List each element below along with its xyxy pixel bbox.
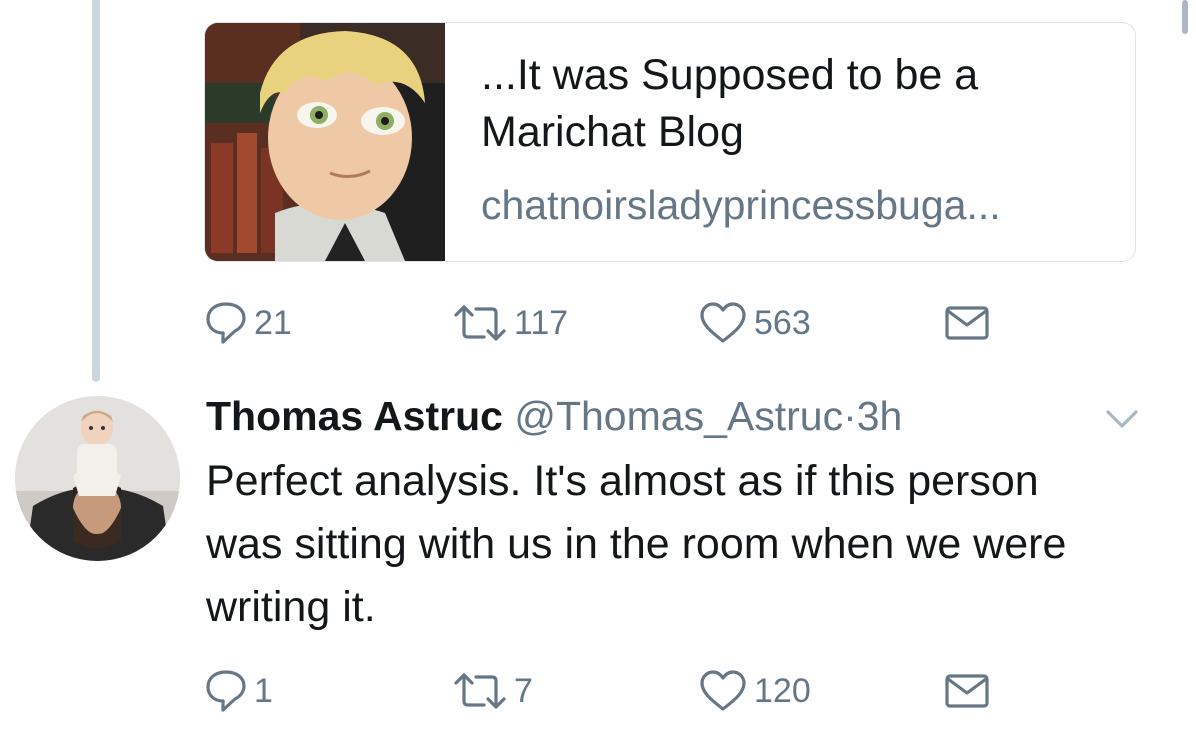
tweet-timestamp[interactable]: 3h (857, 393, 903, 439)
card-thumbnail-image (205, 23, 445, 261)
retweet-icon (454, 305, 506, 341)
separator-dot: · (843, 393, 857, 439)
author-name[interactable]: Thomas Astruc (206, 393, 503, 439)
retweet-button[interactable]: 117 (452, 298, 568, 348)
tweet-action-bar: 1 7 120 (204, 666, 1004, 716)
like-count: 563 (754, 303, 811, 342)
retweet-count: 117 (514, 303, 569, 342)
card-domain: chatnoirsladyprincessbuga... (481, 182, 1001, 228)
like-count: 120 (754, 671, 811, 710)
like-button[interactable]: 563 (698, 298, 811, 348)
chevron-down-icon[interactable] (1102, 402, 1142, 438)
direct-message-button[interactable] (944, 666, 990, 716)
direct-message-icon (945, 674, 989, 708)
card-title: ...It was Supposed to be a Marichat Blog (481, 51, 979, 156)
reply-count: 1 (254, 671, 273, 710)
direct-message-icon (945, 306, 989, 340)
retweet-icon (454, 673, 506, 709)
avatar[interactable] (15, 396, 180, 561)
reply-button[interactable]: 21 (204, 298, 292, 348)
link-preview-card[interactable]: ...It was Supposed to be a Marichat Blog… (204, 22, 1136, 262)
like-button[interactable]: 120 (698, 666, 811, 716)
like-icon (700, 302, 746, 343)
scrollbar[interactable] (1182, 0, 1188, 34)
reply-icon (206, 670, 246, 712)
avatar-image (15, 396, 180, 561)
retweet-button[interactable]: 7 (452, 666, 533, 716)
reply-icon (206, 302, 246, 344)
like-icon (700, 670, 746, 711)
tweet-header: Thomas Astruc @Thomas_Astruc·3h (206, 388, 902, 444)
thread-connector-line (92, 0, 100, 382)
tweet-text: Perfect analysis. It's almost as if this… (206, 457, 1067, 631)
retweet-count: 7 (514, 671, 533, 710)
reply-count: 21 (254, 303, 292, 342)
direct-message-button[interactable] (944, 298, 990, 348)
author-handle[interactable]: @Thomas_Astruc (514, 393, 843, 439)
tweet-action-bar: 21 117 563 (204, 298, 1004, 348)
reply-button[interactable]: 1 (204, 666, 273, 716)
